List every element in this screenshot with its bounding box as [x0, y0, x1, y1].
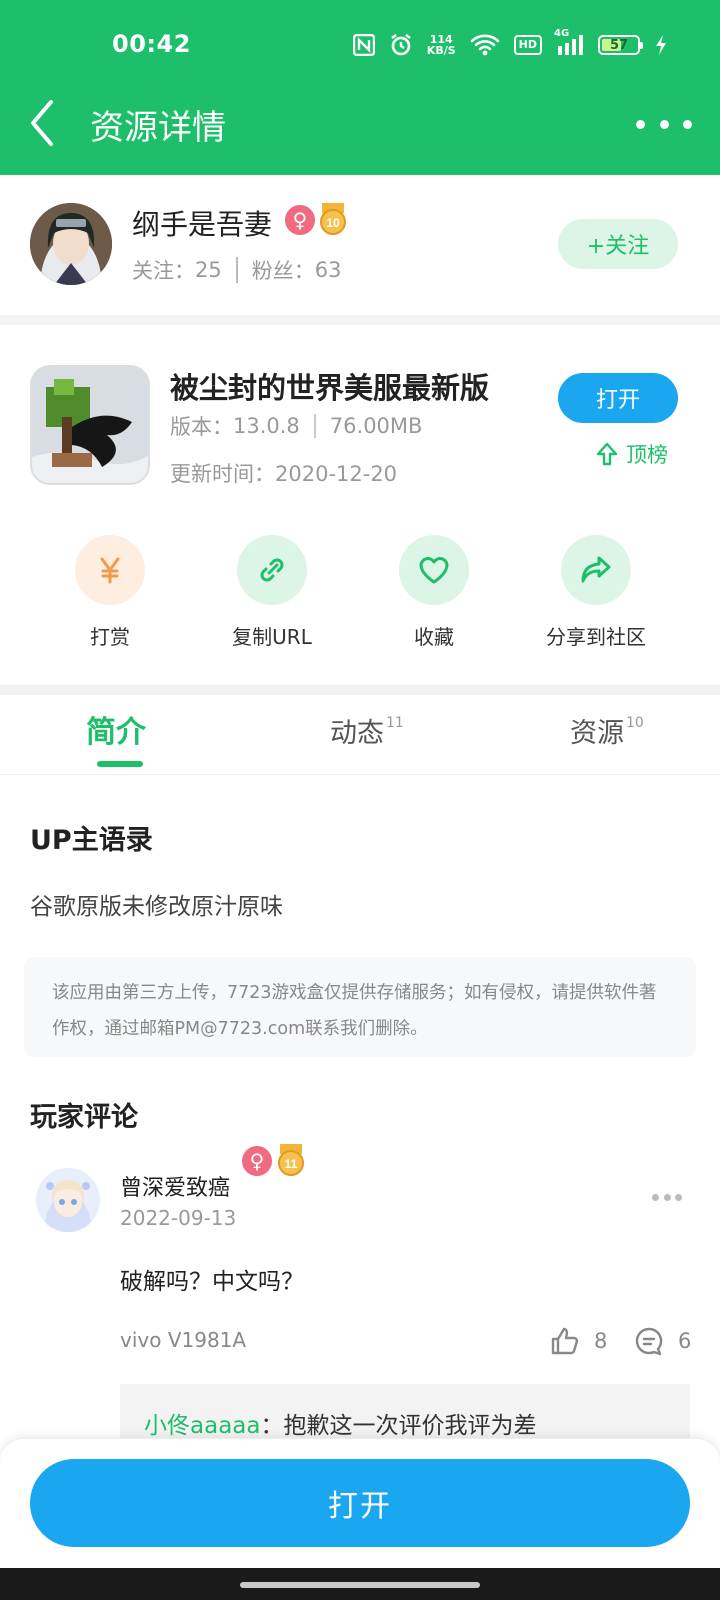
- author-stats: 关注： 25 粉丝： 63: [132, 255, 341, 285]
- share-community-action[interactable]: 分享到社区: [526, 535, 666, 650]
- system-nav-bar: [0, 1568, 720, 1600]
- follow-button[interactable]: +关注: [558, 219, 678, 269]
- hd-icon: HD: [513, 35, 542, 55]
- comment-avatar[interactable]: [36, 1168, 100, 1232]
- section-divider: [0, 685, 720, 695]
- comment-text: 破解吗？中文吗？: [120, 1269, 304, 1295]
- level-badge: 11: [276, 1144, 306, 1176]
- yen-icon: [75, 535, 145, 605]
- more-horizontal-icon: [652, 1193, 659, 1201]
- like-count: 8: [594, 1329, 608, 1353]
- net-speed: 114 KB/S: [427, 34, 456, 56]
- wifi-icon: [470, 33, 500, 57]
- reply-text: 抱歉这一次评价我评为差: [283, 1413, 537, 1439]
- thumbs-up-icon: [551, 1327, 579, 1355]
- share-community-label: 分享到社区: [546, 625, 646, 649]
- fans-label: 粉丝：: [251, 259, 315, 283]
- signal-icon: 4G: [554, 28, 584, 56]
- status-time: 00:42: [112, 30, 191, 58]
- share-icon: [561, 535, 631, 605]
- copy-url-label: 复制URL: [232, 625, 312, 649]
- tab-resources[interactable]: 资源 10: [570, 711, 644, 750]
- reply-button[interactable]: 6: [634, 1326, 691, 1356]
- action-row: 打赏 复制URL 收藏 分享到社区: [0, 535, 720, 655]
- rank-button[interactable]: 顶榜: [596, 437, 668, 471]
- battery-icon: 57: [598, 35, 643, 55]
- status-icons: 114 KB/S HD 4G 57: [352, 28, 668, 60]
- comment-more-button[interactable]: [652, 1190, 682, 1204]
- author-name: 纲手是吾妻: [132, 208, 273, 241]
- app-size: 76.00MB: [329, 414, 423, 438]
- up-quote-text: 谷歌原版未修改原汁原味: [30, 894, 283, 920]
- comment-username: 曾深爱致癌: [120, 1176, 231, 1201]
- female-icon: ♀: [242, 1146, 272, 1176]
- tab-activity[interactable]: 动态 11: [330, 711, 404, 750]
- following-count: 25: [195, 258, 222, 282]
- open-button[interactable]: 打开: [30, 1459, 690, 1547]
- rank-label: 顶榜: [626, 443, 668, 467]
- meta-divider: [313, 414, 316, 438]
- open-button-small[interactable]: 打开: [558, 373, 678, 423]
- up-quote-title: UP主语录: [30, 825, 153, 856]
- author-avatar[interactable]: [30, 203, 112, 285]
- version-label: 版本：: [170, 415, 233, 439]
- net-speed-unit: KB/S: [426, 44, 456, 57]
- app-header: 00:42 114 KB/S HD 4G 57 资源详情: [0, 0, 720, 175]
- heart-icon: [399, 535, 469, 605]
- charging-icon: [654, 34, 668, 56]
- chevron-left-icon: [31, 100, 53, 146]
- level-badge-value: 10: [326, 216, 340, 230]
- app-meta: 版本： 13.0.8 76.00MB: [170, 411, 422, 441]
- bottom-action-bar: 打开: [0, 1438, 720, 1568]
- more-horizontal-icon: [636, 119, 645, 129]
- favorite-label: 收藏: [414, 625, 454, 649]
- comment-date: 2022-09-13: [120, 1206, 237, 1230]
- app-icon: [30, 365, 150, 485]
- reply-separator: ：: [260, 1413, 284, 1439]
- app-info-card: 被尘封的世界美服最新版 版本： 13.0.8 76.00MB 更新时间：2020…: [0, 325, 720, 685]
- section-divider: [0, 315, 720, 325]
- battery-level: 57: [609, 37, 629, 53]
- stats-divider: [235, 257, 238, 283]
- more-options-button[interactable]: [636, 104, 692, 144]
- tab-intro-label: 简介: [86, 715, 146, 750]
- tab-indicator: [97, 761, 143, 767]
- reply-username[interactable]: 小佟aaaaa: [144, 1413, 260, 1439]
- copyright-notice: 该应用由第三方上传，7723游戏盒仅提供存储服务；如有侵权，请提供软件著作权，通…: [24, 957, 696, 1057]
- comment-icon: [635, 1327, 663, 1356]
- favorite-action[interactable]: 收藏: [364, 535, 504, 650]
- reward-label: 打赏: [90, 625, 130, 649]
- tab-resources-label: 资源: [570, 718, 624, 749]
- signal-label: 4G: [554, 28, 570, 39]
- reply-count: 6: [678, 1329, 692, 1353]
- female-icon: ♀: [285, 205, 315, 235]
- copy-url-action[interactable]: 复制URL: [202, 535, 342, 650]
- level-badge: 10: [318, 203, 348, 235]
- update-date: 2020-12-20: [275, 462, 398, 486]
- tab-activity-label: 动态: [330, 718, 384, 749]
- page-title: 资源详情: [90, 108, 226, 148]
- tab-bar: 简介 动态 11 资源 10: [0, 695, 720, 775]
- author-card: 纲手是吾妻 ♀ 10 关注： 25 粉丝： 63 +关注: [0, 175, 720, 315]
- tab-activity-count: 11: [386, 715, 404, 731]
- following-label: 关注：: [132, 259, 195, 283]
- nfc-icon: [352, 34, 375, 56]
- alarm-icon: [389, 33, 413, 57]
- arrow-up-icon: [596, 442, 618, 466]
- fans-count: 63: [314, 258, 342, 282]
- link-icon: [237, 535, 307, 605]
- tab-resources-count: 10: [626, 715, 644, 731]
- app-name: 被尘封的世界美服最新版: [170, 371, 490, 405]
- app-update-time: 更新时间：2020-12-20: [170, 458, 397, 488]
- app-version: 13.0.8: [233, 414, 300, 438]
- update-label: 更新时间：: [170, 462, 275, 486]
- comment-device: vivo V1981A: [120, 1328, 247, 1352]
- comments-title: 玩家评论: [30, 1102, 138, 1133]
- tab-intro[interactable]: 简介: [86, 707, 146, 751]
- back-button[interactable]: [22, 96, 62, 150]
- home-indicator[interactable]: [240, 1582, 480, 1588]
- level-badge-value: 11: [285, 1157, 298, 1171]
- like-button[interactable]: 8: [550, 1326, 607, 1356]
- reward-action[interactable]: 打赏: [40, 535, 180, 650]
